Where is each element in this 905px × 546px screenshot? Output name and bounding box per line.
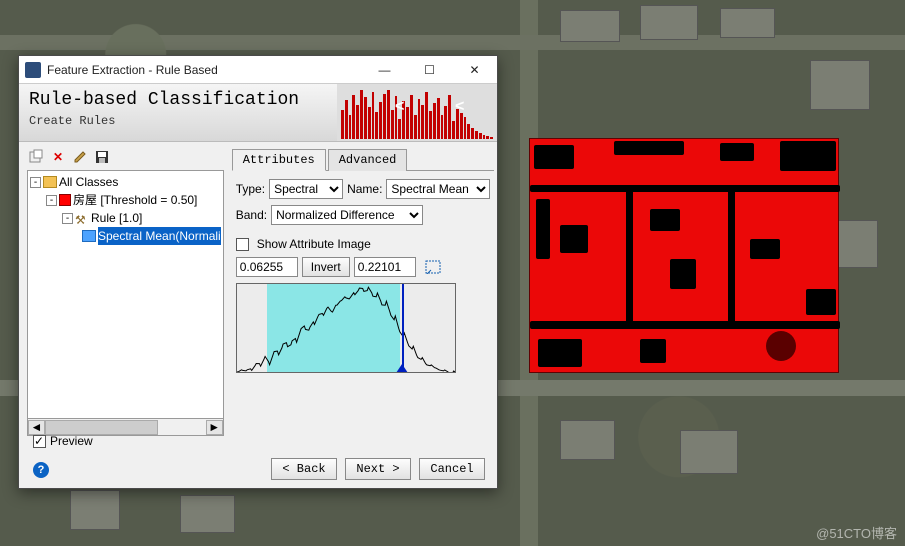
range-max-line[interactable] bbox=[402, 284, 404, 372]
classification-overlay bbox=[529, 138, 839, 373]
scroll-track[interactable] bbox=[45, 420, 206, 435]
next-button[interactable]: Next > bbox=[345, 458, 411, 480]
class-color-icon bbox=[59, 194, 71, 206]
dialog-window: Feature Extraction - Rule Based — ☐ ✕ Ru… bbox=[18, 55, 498, 489]
scroll-left-icon[interactable]: ◄ bbox=[28, 420, 45, 435]
collapse-icon[interactable]: - bbox=[62, 213, 73, 224]
scroll-right-icon[interactable]: ► bbox=[206, 420, 223, 435]
max-input[interactable] bbox=[354, 257, 416, 277]
less-than-icon: < bbox=[395, 98, 404, 116]
maximize-button[interactable]: ☐ bbox=[407, 56, 452, 84]
show-attr-checkbox[interactable] bbox=[236, 238, 249, 251]
histogram-chart[interactable] bbox=[236, 283, 456, 373]
header-histogram: < < bbox=[337, 84, 497, 141]
save-icon[interactable] bbox=[93, 148, 111, 166]
tree-toolbar: ✕ bbox=[27, 148, 224, 166]
invert-button[interactable]: Invert bbox=[302, 257, 350, 277]
minimize-button[interactable]: — bbox=[362, 56, 407, 84]
collapse-icon[interactable]: - bbox=[30, 177, 41, 188]
tree-label-selected: Spectral Mean(Normali bbox=[98, 227, 221, 245]
band-label: Band: bbox=[236, 208, 267, 222]
tab-bar: Attributes Advanced bbox=[232, 148, 495, 171]
preview-checkbox-row[interactable]: Preview bbox=[33, 434, 93, 448]
tree-rule[interactable]: -⚒Rule [1.0] bbox=[30, 209, 221, 227]
tree-label: Rule [1.0] bbox=[91, 209, 142, 227]
tree-class[interactable]: - 房屋 [Threshold = 0.50] bbox=[30, 191, 221, 209]
edit-icon[interactable] bbox=[71, 148, 89, 166]
show-attr-label: Show Attribute Image bbox=[257, 237, 371, 251]
cancel-button[interactable]: Cancel bbox=[419, 458, 485, 480]
collapse-icon[interactable]: - bbox=[46, 195, 57, 206]
folder-icon bbox=[43, 176, 57, 188]
type-select[interactable]: Spectral bbox=[269, 179, 343, 199]
preview-checkbox[interactable] bbox=[33, 435, 46, 448]
help-icon[interactable]: ? bbox=[33, 462, 49, 478]
select-range-icon[interactable] bbox=[424, 258, 442, 276]
dialog-header: Rule-based Classification Create Rules <… bbox=[19, 84, 497, 142]
title-bar[interactable]: Feature Extraction - Rule Based — ☐ ✕ bbox=[19, 56, 497, 84]
back-button[interactable]: < Back bbox=[271, 458, 337, 480]
attribute-icon bbox=[82, 230, 96, 242]
new-class-icon[interactable] bbox=[27, 148, 45, 166]
tree-attribute[interactable]: Spectral Mean(Normali bbox=[30, 227, 221, 245]
window-title: Feature Extraction - Rule Based bbox=[47, 63, 362, 77]
tree-root[interactable]: - All Classes bbox=[30, 173, 221, 191]
delete-icon[interactable]: ✕ bbox=[49, 148, 67, 166]
preview-label: Preview bbox=[50, 434, 93, 448]
min-input[interactable] bbox=[236, 257, 298, 277]
class-tree[interactable]: -All Classes -房屋 [Threshold = 0.50] -⚒Ru… bbox=[27, 170, 224, 419]
watermark: @51CTO博客 bbox=[816, 523, 897, 542]
less-than-icon: < bbox=[455, 98, 464, 116]
close-button[interactable]: ✕ bbox=[452, 56, 497, 84]
band-select[interactable]: Normalized Difference bbox=[271, 205, 423, 225]
type-label: Type: bbox=[236, 182, 265, 196]
histogram-curve bbox=[237, 284, 456, 373]
page-subtitle: Create Rules bbox=[29, 114, 327, 128]
tab-attributes[interactable]: Attributes bbox=[232, 149, 326, 171]
rule-icon: ⚒ bbox=[75, 211, 89, 225]
app-icon bbox=[25, 62, 41, 78]
tree-label: All Classes bbox=[59, 173, 118, 191]
tree-label: 房屋 [Threshold = 0.50] bbox=[73, 191, 197, 209]
range-max-handle[interactable] bbox=[396, 364, 408, 373]
attributes-panel: Type: Spectral Name: Spectral Mean Band:… bbox=[232, 171, 495, 381]
name-select[interactable]: Spectral Mean bbox=[386, 179, 490, 199]
page-title: Rule-based Classification bbox=[29, 90, 327, 110]
tab-advanced[interactable]: Advanced bbox=[328, 149, 408, 171]
scroll-thumb[interactable] bbox=[45, 420, 158, 435]
name-label: Name: bbox=[347, 182, 382, 196]
